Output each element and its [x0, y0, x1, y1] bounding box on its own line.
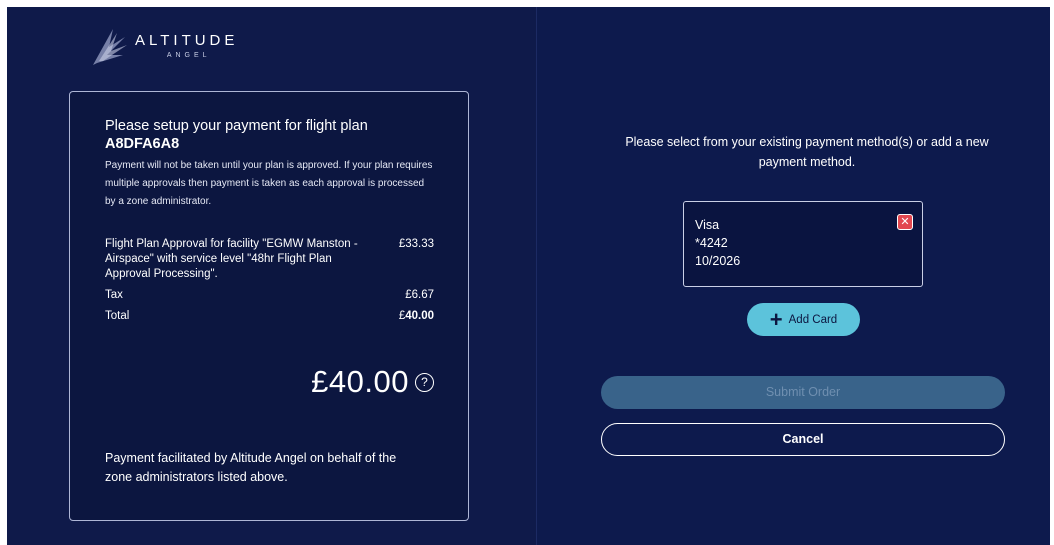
- payment-note: Payment will not be taken until your pla…: [105, 160, 433, 207]
- payment-instructions: Please select from your existing payment…: [625, 135, 989, 169]
- add-card-label: Add Card: [788, 313, 838, 326]
- add-card-button[interactable]: + Add Card: [747, 303, 860, 336]
- logo-subtitle: ANGEL: [166, 52, 211, 59]
- heading-text: Please setup your payment for flight pla…: [105, 118, 368, 134]
- flight-plan-id: A8DFA6A8: [105, 136, 180, 152]
- submit-order-button[interactable]: Submit Order: [601, 376, 1005, 409]
- line-item-description: Flight Plan Approval for facility "EGMW …: [105, 238, 358, 280]
- summary-heading: Please setup your payment for flight pla…: [105, 117, 434, 153]
- facilitation-note: Payment facilitated by Altitude Angel on…: [105, 451, 397, 484]
- total-row: Total £40.00: [105, 309, 434, 324]
- line-item-description: Tax: [105, 289, 123, 301]
- grand-total: £40.00 ?: [311, 364, 434, 400]
- card-expiry: 10/2026: [695, 254, 741, 268]
- payment-summary-card: Please setup your payment for flight pla…: [69, 91, 469, 521]
- line-item: Tax £6.67: [105, 288, 434, 303]
- grand-total-amount: £40.00: [311, 364, 409, 399]
- help-icon[interactable]: ?: [415, 372, 434, 392]
- line-item-amount: £33.33: [398, 238, 434, 250]
- total-label: Total: [105, 310, 130, 322]
- line-item: Flight Plan Approval for facility "EGMW …: [105, 237, 434, 282]
- cancel-button[interactable]: Cancel: [601, 423, 1005, 456]
- saved-card[interactable]: Visa *4242 10/2026 ✕: [683, 201, 923, 287]
- total-amount: £40.00: [399, 309, 434, 324]
- logo-title: ALTITUDE: [135, 32, 239, 49]
- wing-logo-icon: [93, 29, 127, 65]
- card-number: *4242: [695, 236, 728, 250]
- total-value: 40.00: [405, 310, 434, 322]
- order-summary-pane: ALTITUDE ANGEL Please setup your payment…: [7, 7, 536, 545]
- checkout-window: ALTITUDE ANGEL Please setup your payment…: [7, 7, 1050, 545]
- payment-method-pane: Please select from your existing payment…: [537, 7, 1050, 545]
- close-icon[interactable]: ✕: [897, 214, 913, 230]
- card-brand: Visa: [695, 218, 720, 232]
- brand-logo: ALTITUDE ANGEL: [89, 25, 238, 67]
- line-items: Flight Plan Approval for facility "EGMW …: [105, 237, 434, 324]
- plus-icon: +: [769, 306, 783, 332]
- line-item-amount: £6.67: [405, 289, 434, 301]
